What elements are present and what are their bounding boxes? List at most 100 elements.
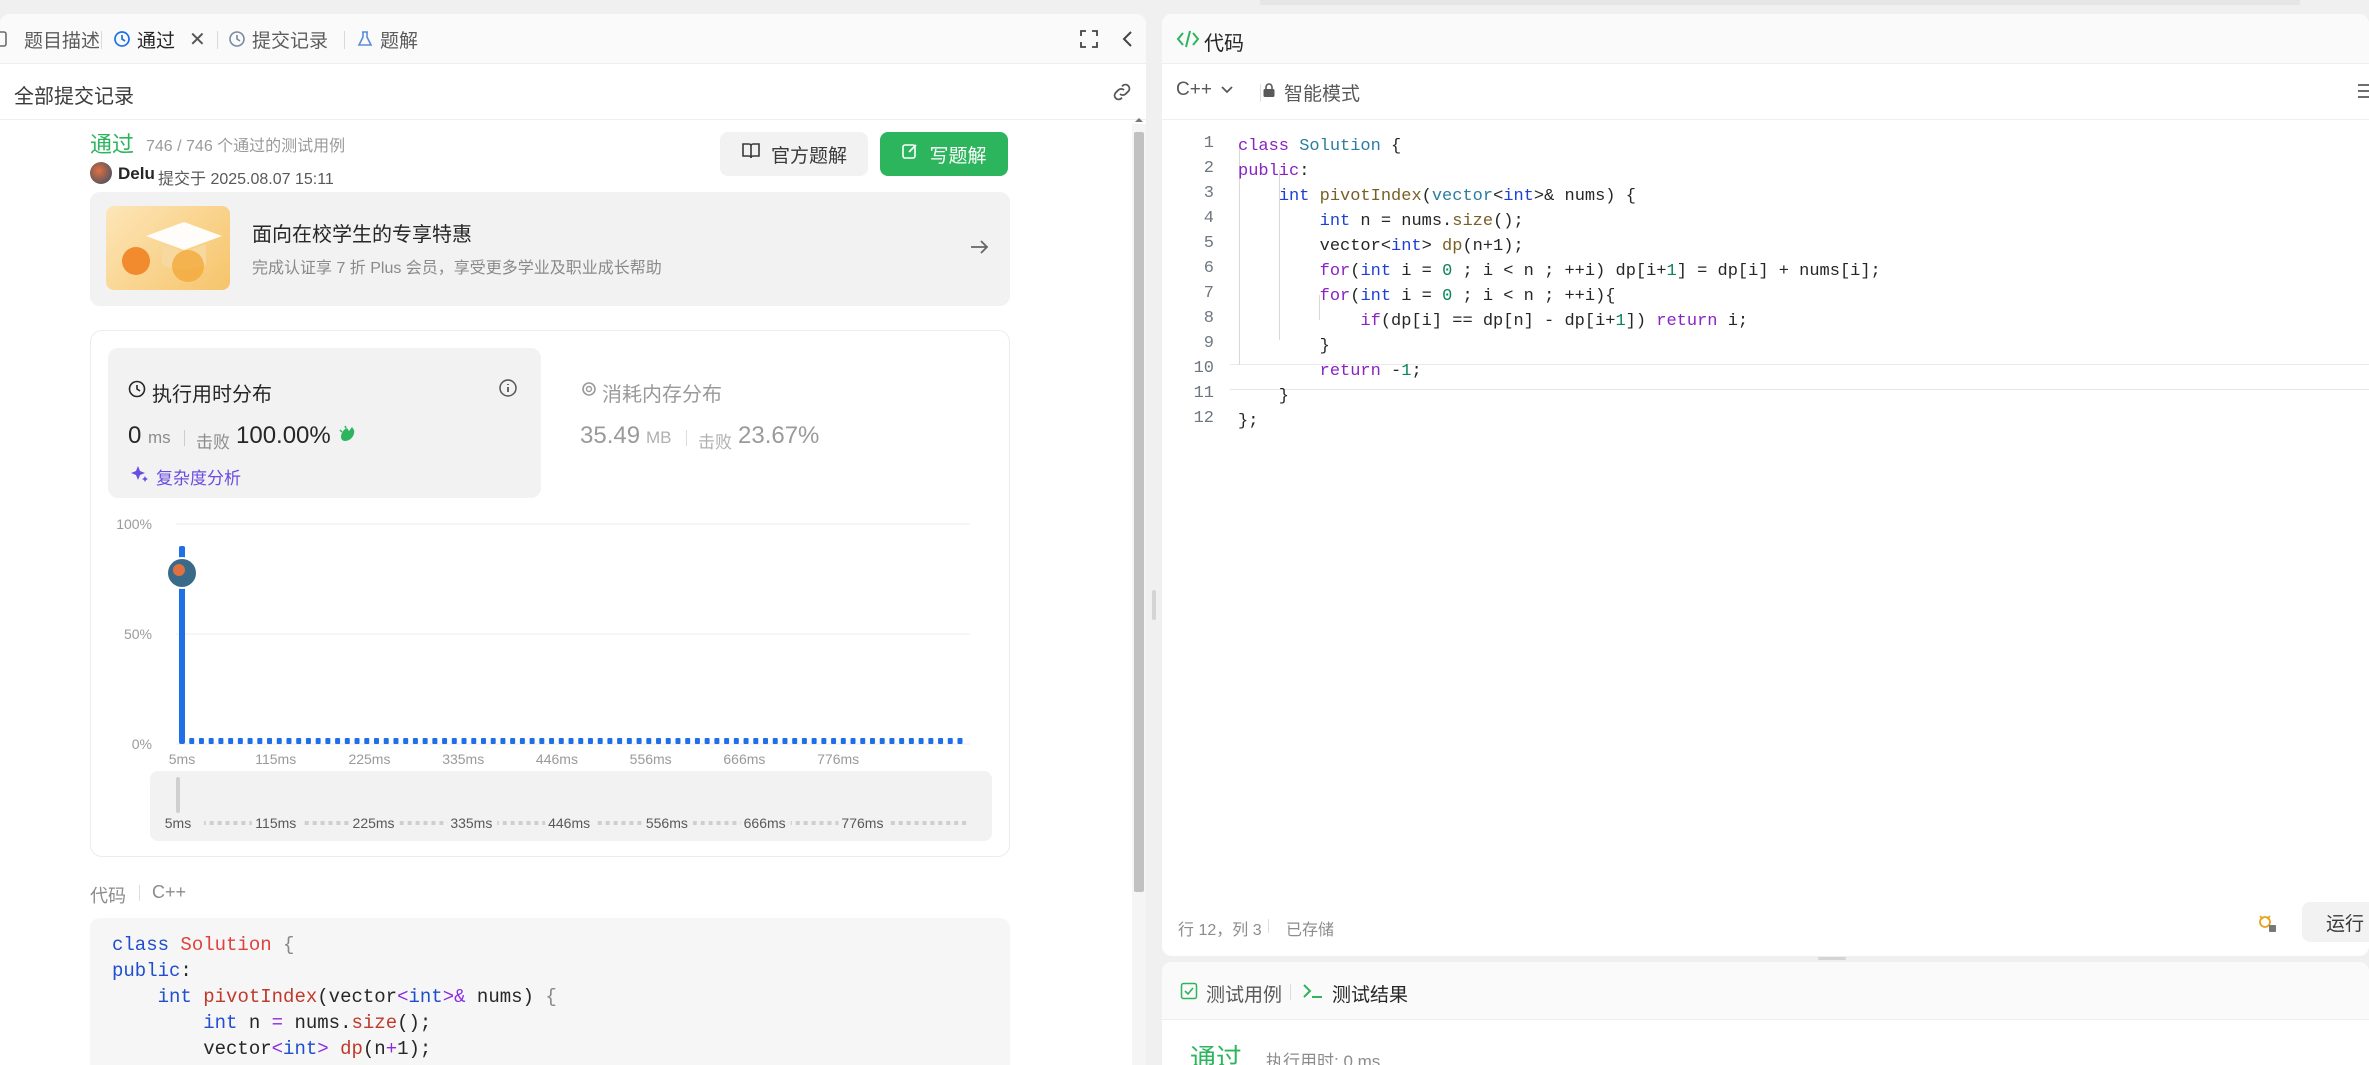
info-icon[interactable] — [498, 378, 518, 403]
range-dot — [415, 821, 420, 825]
complexity-analysis-link[interactable]: 复杂度分析 — [156, 464, 241, 489]
close-icon[interactable]: ✕ — [189, 27, 206, 52]
range-tick-label: 556ms — [646, 815, 688, 831]
fullscreen-icon[interactable] — [1078, 28, 1100, 55]
bar — [928, 738, 934, 744]
range-dot — [906, 821, 911, 825]
range-dot — [724, 821, 729, 825]
bar — [801, 738, 807, 744]
range-dot — [795, 821, 800, 825]
bar — [947, 738, 953, 744]
run-button[interactable]: 运行 — [2302, 902, 2369, 942]
range-dot — [898, 821, 903, 825]
range-dot — [819, 821, 824, 825]
tab-description[interactable]: 题目描述 — [0, 26, 100, 52]
bar — [529, 738, 535, 744]
tab-test-result[interactable]: 测试结果 — [1302, 980, 1408, 1007]
submitted-code-block: class Solution { public: int pivotIndex(… — [90, 918, 1010, 1065]
range-dot — [930, 821, 935, 825]
range-tick-label: 5ms — [165, 815, 191, 831]
code-text[interactable]: class Solution { public: int pivotIndex(… — [1238, 120, 2369, 440]
bar — [549, 738, 555, 744]
bar — [587, 738, 593, 744]
x-tick-label: 225ms — [348, 751, 390, 767]
tab-description-label: 题目描述 — [24, 30, 101, 52]
memory-beats-label: 击败 — [698, 433, 732, 452]
language-select[interactable]: C++ — [1176, 79, 1234, 101]
debug-icon[interactable] — [2256, 912, 2278, 939]
bar — [305, 738, 311, 744]
arrow-right-icon[interactable] — [968, 236, 990, 263]
bar — [724, 738, 730, 744]
tab-submissions[interactable]: 提交记录 — [228, 26, 328, 52]
code-line: public: — [112, 960, 192, 982]
link-icon[interactable] — [1110, 80, 1134, 109]
bar — [539, 738, 545, 744]
bar — [860, 738, 866, 744]
bar — [412, 738, 418, 744]
bar — [694, 738, 700, 744]
write-solution-button[interactable]: 写题解 — [880, 132, 1008, 176]
runtime-distribution-tab[interactable]: 执行用时分布 0 ms 击败 100.00% 复杂度分析 — [108, 348, 541, 498]
tab-divider — [217, 31, 218, 49]
tab-solutions[interactable]: 题解 — [356, 26, 418, 52]
line-number: 1 — [1203, 134, 1214, 153]
test-panel: 测试用例 测试结果 通过 执行用时: 0 ms — [1162, 962, 2369, 1065]
bar — [646, 738, 652, 744]
range-dot — [534, 821, 539, 825]
bar — [792, 738, 798, 744]
terminal-icon — [1302, 982, 1324, 1006]
bar — [568, 738, 574, 744]
y-tick-label: 100% — [116, 516, 152, 532]
submissions-subheader: 全部提交记录 — [0, 64, 1146, 120]
bar — [889, 738, 895, 744]
vertical-resize-handle[interactable] — [1152, 590, 1156, 620]
history-icon — [228, 30, 246, 48]
code-line: int pivotIndex(vector<int>& nums) { — [1278, 187, 1636, 206]
bar — [189, 738, 195, 744]
scroll-up-icon[interactable] — [1134, 112, 1144, 122]
bar — [821, 738, 827, 744]
student-promo-card[interactable]: 面向在校学生的专享特惠 完成认证享 7 折 Plus 会员，享受更多学业及职业成… — [90, 192, 1010, 306]
all-submissions-link[interactable]: 全部提交记录 — [14, 80, 134, 109]
divider — [1268, 919, 1269, 933]
lock-icon — [1262, 82, 1276, 104]
bar — [510, 738, 516, 744]
bar — [899, 738, 905, 744]
tab-accepted[interactable]: 通过 ✕ — [113, 26, 206, 52]
smart-mode-toggle[interactable]: 智能模式 — [1262, 79, 1360, 106]
code-line: class Solution { — [1238, 137, 1402, 156]
bar — [218, 738, 224, 744]
line-number: 2 — [1203, 159, 1214, 178]
username[interactable]: Delu — [118, 164, 155, 184]
tab-testcase[interactable]: 测试用例 — [1180, 980, 1282, 1007]
scrollbar-thumb[interactable] — [1134, 132, 1144, 892]
menu-icon[interactable] — [2358, 82, 2369, 105]
flask-icon — [356, 30, 374, 48]
description-icon — [0, 30, 18, 48]
range-dot — [304, 821, 309, 825]
test-runtime: 执行用时: 0 ms — [1266, 1052, 1381, 1065]
top-toolbar-edge — [1260, 0, 2300, 5]
runtime-title: 执行用时分布 — [152, 384, 272, 406]
memory-title: 消耗内存分布 — [602, 384, 722, 406]
horizontal-resize-handle[interactable] — [1818, 957, 1846, 960]
bar — [656, 738, 662, 744]
range-dot — [613, 821, 618, 825]
range-axis: 5ms 115ms 225ms 335ms 446ms 556ms 666ms 776ms — [154, 814, 967, 832]
code-line: vector<int> dp(n+1); — [112, 1038, 432, 1060]
range-dot — [914, 821, 919, 825]
bar — [335, 738, 341, 744]
promo-subtitle: 完成认证享 7 折 Plus 会员，享受更多学业及职业成长帮助 — [252, 260, 662, 277]
official-solution-label: 官方题解 — [770, 145, 847, 167]
official-solution-button[interactable]: 官方题解 — [720, 132, 868, 176]
divider — [686, 430, 687, 446]
collapse-left-icon[interactable] — [1118, 28, 1138, 55]
bar — [753, 738, 759, 744]
bar — [558, 738, 564, 744]
avatar[interactable] — [90, 162, 112, 184]
bar — [879, 738, 885, 744]
bar — [519, 738, 525, 744]
range-dot — [732, 821, 737, 825]
language-select-value: C++ — [1176, 79, 1212, 100]
